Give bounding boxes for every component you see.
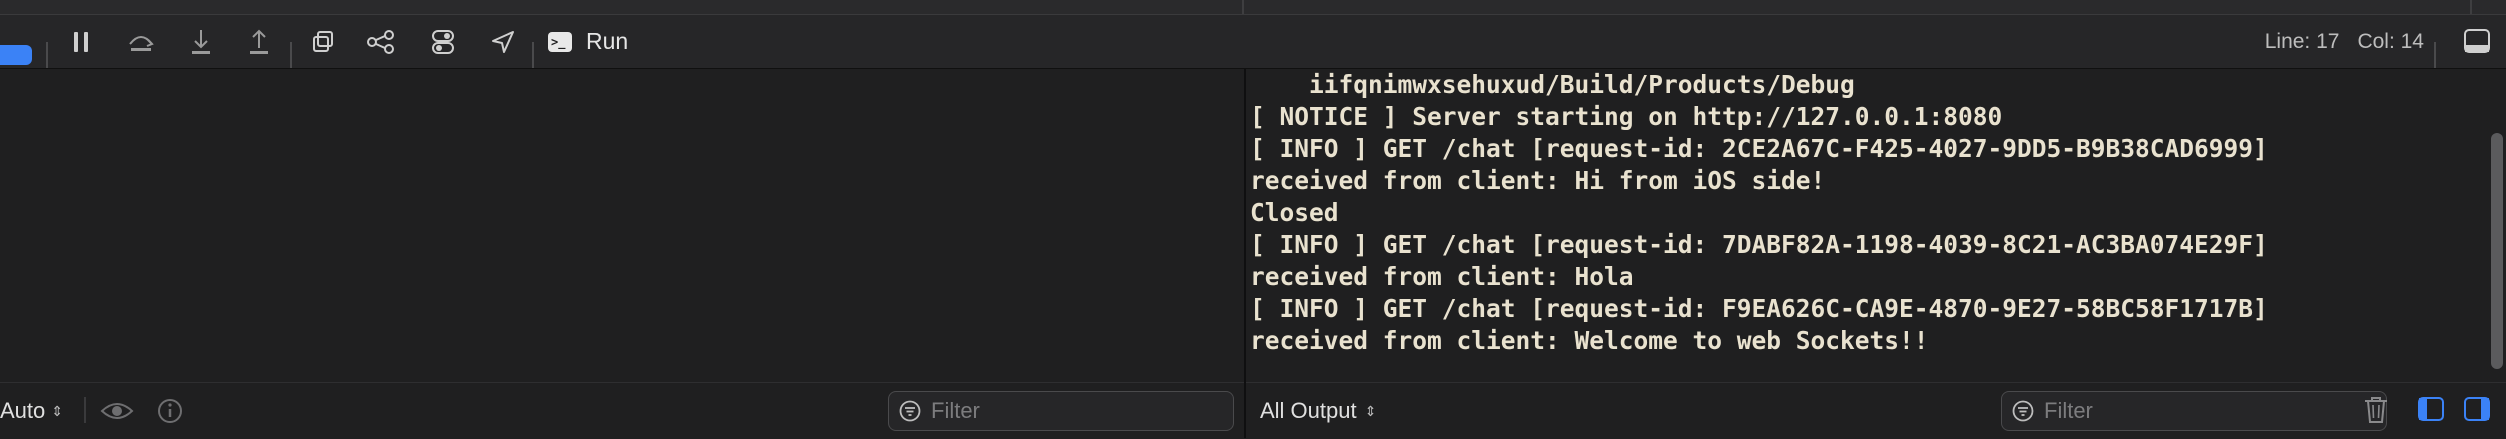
output-select[interactable]: All Output ⇕ — [1260, 398, 1376, 424]
run-label: Run — [586, 28, 629, 54]
console-line: [ INFO ] GET /chat [request-id: 7DABF82A… — [1250, 230, 2268, 259]
variables-filter-field[interactable]: Filter — [888, 391, 1234, 431]
debug-toolbar: >_ Run Line: 17 Col: 14 — [0, 15, 2506, 69]
console-filter-placeholder: Filter — [2044, 398, 2093, 423]
toolbar-separator — [532, 42, 534, 68]
console-line: received from client: Hi from iOS side! — [1250, 166, 1826, 195]
console-filter-field[interactable]: Filter — [2001, 391, 2387, 431]
editor-split-divider[interactable] — [1242, 0, 1244, 14]
show-console-panel-icon[interactable] — [2462, 395, 2492, 428]
console-line: iifqnimwxsehuxud/Build/Products/Debug — [1250, 70, 1855, 99]
step-over-icon[interactable] — [124, 15, 158, 68]
terminal-icon: >_ — [548, 31, 572, 52]
run-button[interactable]: >_ Run — [548, 15, 628, 68]
variables-scope-select[interactable]: Auto ⇕ — [0, 398, 63, 424]
step-into-icon[interactable] — [186, 15, 216, 68]
show-variables-panel-icon[interactable] — [2416, 395, 2446, 428]
window-top-edge — [0, 0, 2506, 15]
memory-graph-icon[interactable] — [364, 15, 398, 68]
up-down-chevron-icon: ⇕ — [1364, 403, 1377, 419]
toolbar-separator — [2434, 42, 2436, 68]
variables-filter-placeholder: Filter — [931, 398, 980, 423]
breakpoints-toggle-icon[interactable] — [0, 45, 32, 65]
console-bottom-bar: All Output ⇕ Filter — [1246, 382, 2506, 439]
console-line: Closed — [1250, 198, 1339, 227]
console-output[interactable]: iifqnimwxsehuxud/Build/Products/Debug [ N… — [1250, 69, 2480, 369]
variables-scope-value: Auto — [0, 398, 46, 423]
trash-icon[interactable] — [2362, 395, 2390, 430]
bottom-bar-separator — [84, 397, 86, 423]
console-scrollbar[interactable] — [2488, 69, 2506, 369]
scrollbar-thumb[interactable] — [2491, 133, 2503, 369]
inspector-split-divider[interactable] — [2470, 0, 2472, 14]
cursor-position: Line: 17 Col: 14 — [2265, 15, 2424, 68]
up-down-chevron-icon: ⇕ — [51, 403, 63, 419]
filter-icon — [899, 400, 921, 422]
filter-icon — [2012, 400, 2034, 422]
console-line: [ INFO ] GET /chat [request-id: 2CE2A67C… — [1250, 134, 2268, 163]
info-icon[interactable] — [156, 397, 184, 430]
console-line: received from client: Hola — [1250, 262, 1634, 291]
step-out-icon[interactable] — [244, 15, 274, 68]
toolbar-separator — [46, 42, 48, 68]
console-line: received from client: Welcome to web Soc… — [1250, 326, 1929, 355]
output-select-value: All Output — [1260, 398, 1357, 423]
column-number: Col: 14 — [2357, 29, 2424, 53]
line-number: Line: 17 — [2264, 29, 2340, 53]
view-hierarchy-icon[interactable] — [306, 15, 340, 68]
console-line: [ INFO ] GET /chat [request-id: F9EA626C… — [1250, 294, 2268, 323]
panel-toggle-icon[interactable] — [2462, 27, 2492, 60]
pause-icon[interactable] — [66, 15, 96, 68]
console-line: [ NOTICE ] Server starting on http://127… — [1250, 102, 2003, 131]
toolbar-separator — [290, 42, 292, 68]
environment-overrides-icon[interactable] — [426, 15, 460, 68]
eye-icon[interactable] — [100, 399, 134, 428]
variables-bottom-bar: Auto ⇕ Filter — [0, 382, 1244, 439]
location-icon[interactable] — [486, 15, 520, 68]
